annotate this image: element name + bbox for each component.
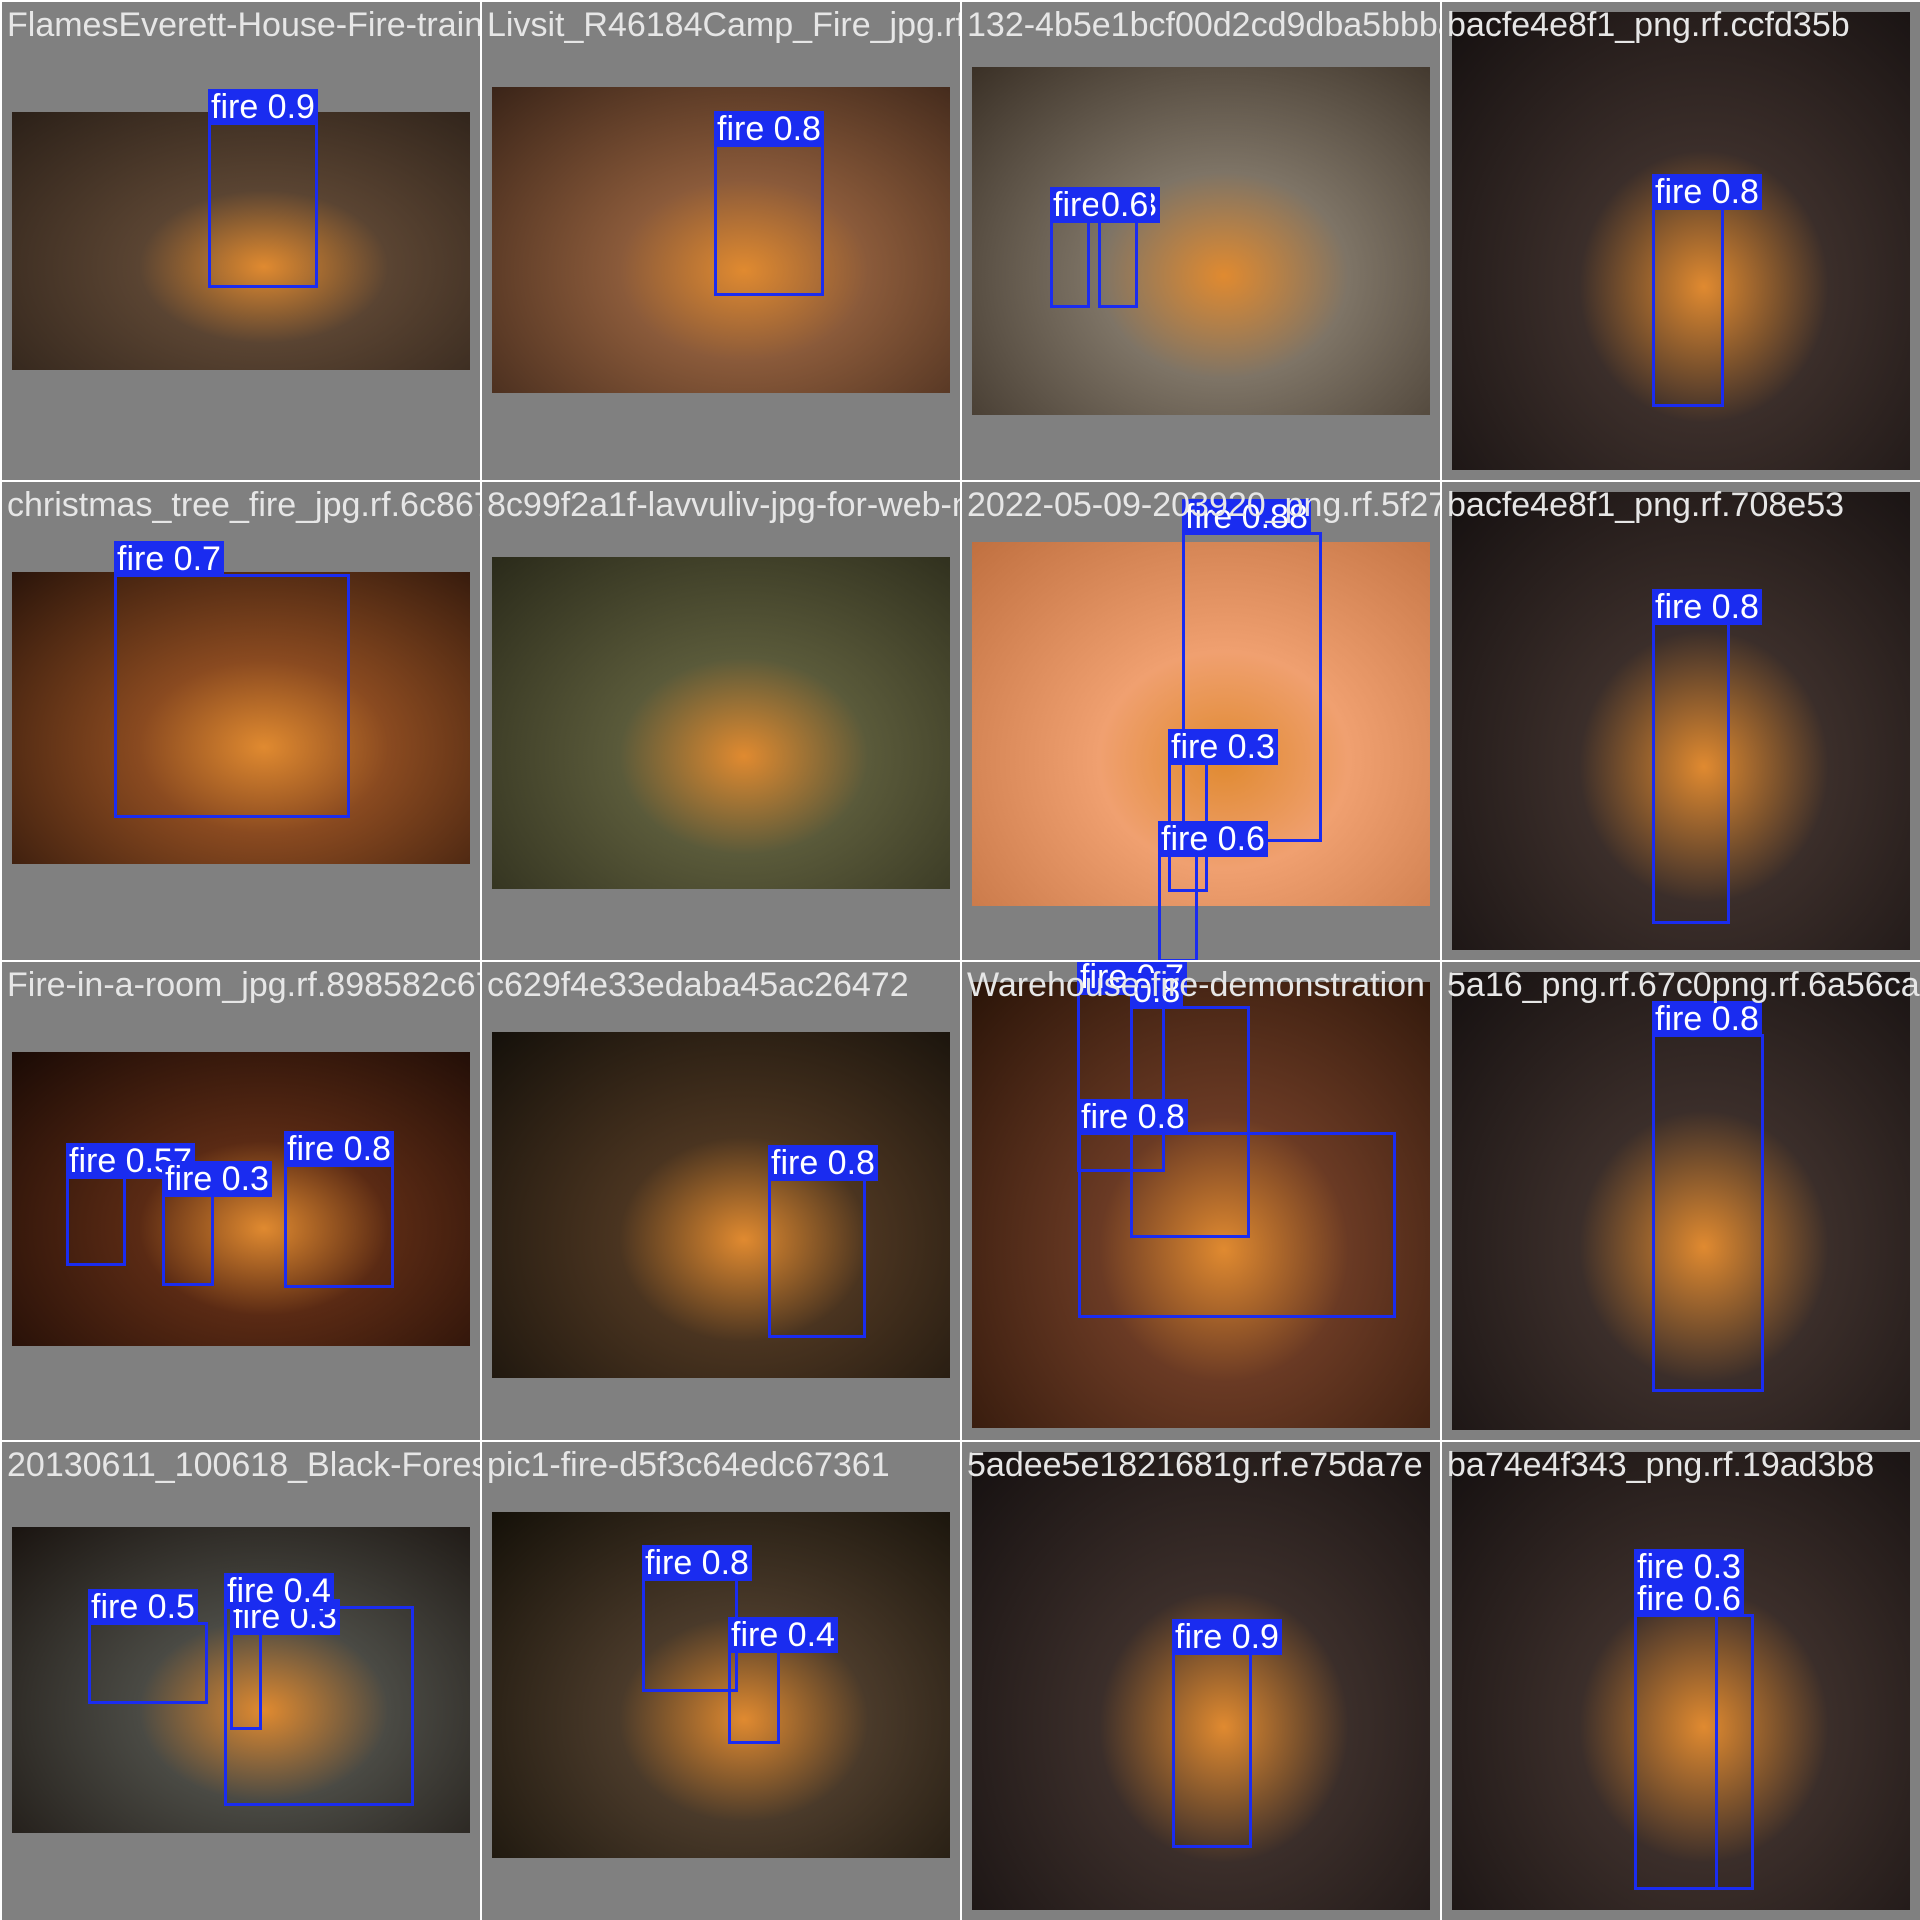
mosaic-tile: FlamesEverett-House-Fire-training_Room_j… bbox=[2, 2, 480, 480]
detection-label: fire 0.8 bbox=[284, 1131, 394, 1167]
tile-title: ba74e4f343_png.rf.19ad3b8 bbox=[1447, 1446, 1875, 1484]
detection-box: fire 0.4 bbox=[224, 1573, 414, 1806]
mosaic-tile: 2022-05-09-203920_png.rf.5f27e810fire 0.… bbox=[962, 482, 1440, 960]
tile-title: 5adee5e1821681g.rf.e75da7e bbox=[967, 1446, 1423, 1484]
detection-label: fire 0.7 bbox=[114, 541, 224, 577]
detection-label: fire 0.8 bbox=[1652, 174, 1762, 210]
detection-box: fire 0.3 bbox=[162, 1161, 272, 1286]
tile-photo bbox=[492, 557, 950, 889]
detection-label: fire 0.8 bbox=[768, 1145, 878, 1181]
detection-label: fire 0.6 bbox=[1634, 1581, 1744, 1617]
tile-title: Warehouse-fire-demonstration bbox=[967, 966, 1425, 1004]
detection-mosaic: FlamesEverett-House-Fire-training_Room_j… bbox=[0, 0, 1920, 1920]
tile-title: FlamesEverett-House-Fire-training_Room_j… bbox=[7, 6, 480, 44]
detection-box: fire 0.9 bbox=[208, 89, 318, 288]
detection-box: fire 0.9 bbox=[1172, 1619, 1282, 1848]
detection-label: 0.6 bbox=[1098, 187, 1152, 223]
mosaic-tile: pic1-fire-d5f3c64edc67361 fire 0.8 fire 0.… bbox=[482, 1442, 960, 1920]
detection-label: fire 0.5 bbox=[88, 1589, 198, 1625]
mosaic-tile: bacfe4e8f1_png.rf.708e53fire 0.8 bbox=[1442, 482, 1920, 960]
tile-title: 20130611_100618_Black-Forest-Fire bbox=[7, 1446, 480, 1484]
tile-photo bbox=[492, 1032, 950, 1378]
tile-title: bacfe4e8f1_png.rf.ccfd35b bbox=[1447, 6, 1850, 44]
detection-box: fire 0.8 bbox=[642, 1545, 752, 1692]
mosaic-tile: Fire-in-a-room_jpg.rf.898582c67987f1378a… bbox=[2, 962, 480, 1440]
detection-box: fire 0.6 bbox=[1634, 1581, 1754, 1890]
mosaic-tile: Warehouse-fire-demonstrationfire 0.70.8f… bbox=[962, 962, 1440, 1440]
tile-title: christmas_tree_fire_jpg.rf.6c8679262af31 bbox=[7, 486, 480, 524]
mosaic-tile: 20130611_100618_Black-Forest-Firefire 0.… bbox=[2, 1442, 480, 1920]
detection-label: fire 0.3 bbox=[162, 1161, 272, 1197]
detection-box: fire 0.8 bbox=[1078, 1099, 1396, 1318]
detection-label: fire 0.3 bbox=[1168, 729, 1278, 765]
tile-title: Livsit_R46184Camp_Fire_jpg.rf bbox=[487, 6, 960, 44]
detection-box: fire 0.4 bbox=[728, 1617, 838, 1744]
mosaic-tile: 5adee5e1821681g.rf.e75da7e fire 0.9 bbox=[962, 1442, 1440, 1920]
detection-label: fire 0.9 bbox=[1172, 1619, 1282, 1655]
detection-box: fire 0.7 bbox=[114, 541, 350, 818]
mosaic-tile: Livsit_R46184Camp_Fire_jpg.rffire 0.8 bbox=[482, 2, 960, 480]
tile-title: pic1-fire-d5f3c64edc67361 bbox=[487, 1446, 890, 1484]
tile-title: Fire-in-a-room_jpg.rf.898582c67987f1378a… bbox=[7, 966, 480, 1004]
detection-label: fire 0.8 bbox=[714, 111, 824, 147]
mosaic-tile: bacfe4e8f1_png.rf.ccfd35bfire 0.8 bbox=[1442, 2, 1920, 480]
tile-title: 132-4b5e1bcf00d2cd9dba5bbbac64e4e834f_pn… bbox=[967, 6, 1440, 44]
detection-box: fire 0.57 bbox=[66, 1143, 195, 1266]
detection-label: fire 0.9 bbox=[208, 89, 318, 125]
detection-label: fire 0.4 bbox=[728, 1617, 838, 1653]
tile-title: c629f4e33edaba45ac26472 bbox=[487, 966, 909, 1004]
detection-label: fire 0.8 bbox=[1652, 1001, 1762, 1037]
tile-photo bbox=[972, 67, 1430, 415]
detection-box: 0.6 bbox=[1098, 187, 1152, 308]
tile-title: 5a16_png.rf.67c0png.rf.6a56ca bbox=[1447, 966, 1920, 1004]
detection-box: fire 0.5 bbox=[88, 1589, 208, 1704]
detection-box: fire 0.8 bbox=[1652, 174, 1762, 407]
detection-box: fire 0.8 bbox=[714, 111, 824, 296]
mosaic-tile: 132-4b5e1bcf00d2cd9dba5bbbac64e4e834f_pn… bbox=[962, 2, 1440, 480]
detection-box: fire 0.3 bbox=[1050, 187, 1160, 308]
detection-box: fire 0.8 bbox=[1652, 589, 1762, 924]
tile-title: 8c99f2a1f-lavvuliv-jpg-for-web-normal bbox=[487, 486, 960, 524]
mosaic-tile: c629f4e33edaba45ac26472 fire 0.8 bbox=[482, 962, 960, 1440]
mosaic-tile: ba74e4f343_png.rf.19ad3b8 fire 0.3 fire 0.… bbox=[1442, 1442, 1920, 1920]
detection-label: fire 0.4 bbox=[224, 1573, 334, 1609]
detection-box: fire 0.6 bbox=[1158, 821, 1268, 960]
mosaic-tile: 8c99f2a1f-lavvuliv-jpg-for-web-normal bbox=[482, 482, 960, 960]
tile-title: 2022-05-09-203920_png.rf.5f27e810 bbox=[967, 486, 1440, 524]
tile-title: bacfe4e8f1_png.rf.708e53 bbox=[1447, 486, 1845, 524]
detection-label: fire 0.6 bbox=[1158, 821, 1268, 857]
detection-box: fire 0.8 bbox=[284, 1131, 394, 1288]
detection-label: fire 0.8 bbox=[642, 1545, 752, 1581]
detection-box: fire 0.8 bbox=[1652, 1001, 1764, 1392]
detection-box: fire 0.8 bbox=[768, 1145, 878, 1338]
detection-label: fire 0.8 bbox=[1652, 589, 1762, 625]
mosaic-tile: christmas_tree_fire_jpg.rf.6c8679262af31… bbox=[2, 482, 480, 960]
mosaic-tile: 5a16_png.rf.67c0png.rf.6a56ca fire 0.8 bbox=[1442, 962, 1920, 1440]
detection-label: fire 0.8 bbox=[1078, 1099, 1188, 1135]
